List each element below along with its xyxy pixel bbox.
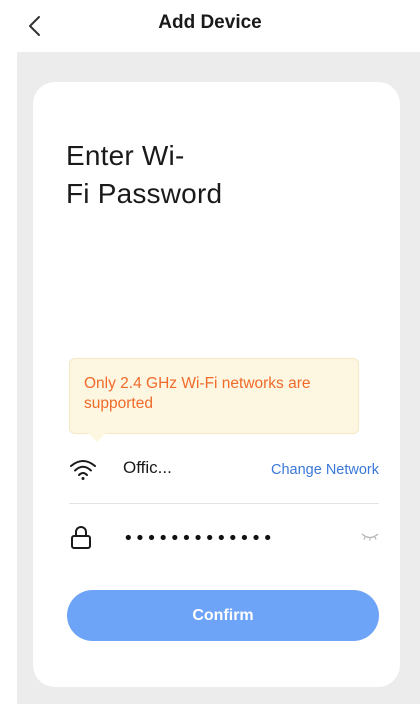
eye-closed-icon[interactable] [361, 531, 379, 541]
wifi-password-card: Enter Wi- Fi Password Only 2.4 GHz Wi-Fi… [33, 82, 400, 687]
header-bar: Add Device [0, 0, 420, 52]
wifi-icon [70, 460, 96, 480]
password-input[interactable] [123, 524, 333, 552]
confirm-button[interactable]: Confirm [67, 590, 379, 641]
lock-icon [71, 526, 91, 549]
password-row [69, 522, 379, 556]
page-title: Add Device [158, 12, 262, 33]
network-warning-text: Only 2.4 GHz Wi-Fi networks are supporte… [84, 375, 311, 412]
tooltip-tail [88, 433, 106, 442]
network-row: Offic... Change Network [69, 454, 379, 488]
network-name: Offic... [123, 458, 172, 477]
card-heading: Enter Wi- Fi Password [66, 140, 223, 209]
network-warning-tooltip: Only 2.4 GHz Wi-Fi networks are supporte… [69, 358, 359, 442]
divider [69, 503, 379, 504]
change-network-link[interactable]: Change Network [271, 462, 379, 478]
